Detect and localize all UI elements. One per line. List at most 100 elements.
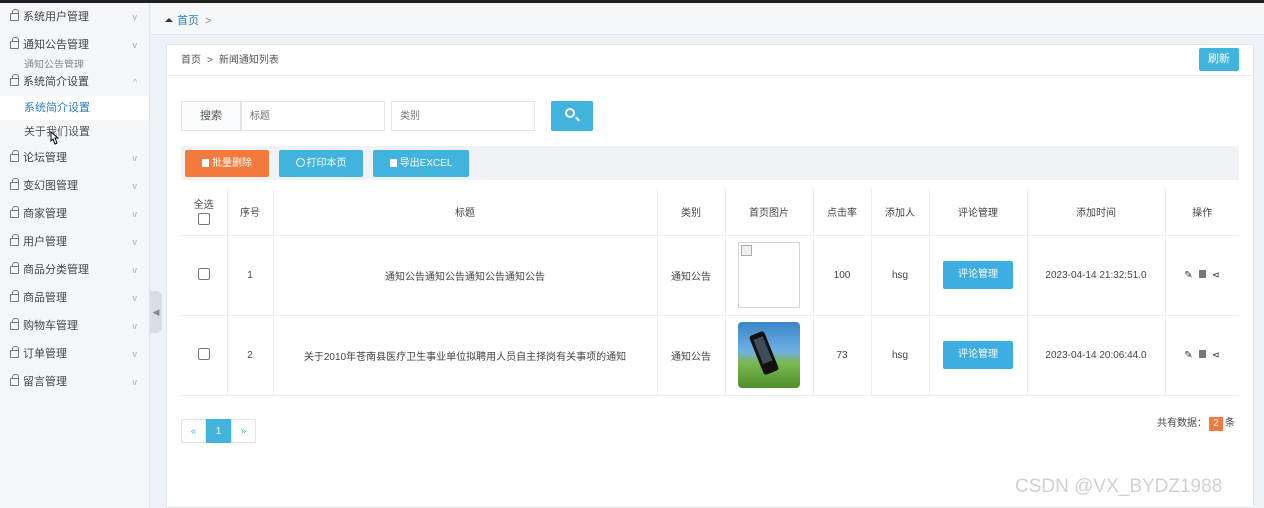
sidebar-item-label: 论坛管理 xyxy=(23,152,67,164)
lock-icon xyxy=(10,9,19,21)
pagination: « 1 » xyxy=(181,419,256,443)
tab-home[interactable]: 首页 > xyxy=(165,12,211,28)
home-icon xyxy=(165,18,173,22)
sidebar-item-cart[interactable]: 购物车管理 v xyxy=(0,312,149,340)
sidebar-item-messages[interactable]: 留言管理 v xyxy=(0,368,149,396)
lock-icon xyxy=(10,74,19,86)
export-excel-button[interactable]: 导出EXCEL xyxy=(373,150,469,177)
select-all-checkbox[interactable] xyxy=(197,212,210,225)
sidebar-item-merchants[interactable]: 商家管理 v xyxy=(0,200,149,228)
edit-icon[interactable]: ✎ xyxy=(1184,350,1192,361)
row-type: 通知公告 xyxy=(657,235,726,316)
chevron-down-icon: v xyxy=(132,377,138,387)
row-checkbox[interactable] xyxy=(197,267,210,280)
chevron-down-icon: v xyxy=(132,349,138,359)
row-image-cell xyxy=(725,315,814,396)
sidebar-item-forum[interactable]: 论坛管理 v xyxy=(0,144,149,172)
header-type: 类别 xyxy=(657,189,726,236)
header-index: 序号 xyxy=(227,189,274,236)
total-count: 共有数据： 2 条 xyxy=(1157,414,1235,431)
comment-manage-button[interactable]: 评论管理 xyxy=(943,341,1013,369)
sidebar-item-label: 订单管理 xyxy=(23,348,67,360)
comment-manage-button[interactable]: 评论管理 xyxy=(943,261,1013,289)
row-comment-cell: 评论管理 xyxy=(929,235,1028,316)
news-table: 全选 序号 标题 类别 首页图片 点击率 添加人 评论管理 添加时间 操作 1 … xyxy=(181,189,1239,396)
tab-bar: 首页 > xyxy=(151,3,1264,35)
sidebar-subitem-system-intro-settings[interactable]: 系统简介设置 xyxy=(0,96,149,120)
row-checkbox-cell xyxy=(181,235,228,316)
sidebar-item-products[interactable]: 商品管理 v xyxy=(0,284,149,312)
row-index: 2 xyxy=(227,315,274,396)
total-prefix: 共有数据： xyxy=(1157,418,1207,429)
edit-icon[interactable]: ✎ xyxy=(1184,270,1192,281)
share-icon[interactable]: ⋖ xyxy=(1212,350,1220,361)
row-title: 关于2010年苍南县医疗卫生事业单位拟聘用人员自主择岗有关事项的通知 xyxy=(273,315,658,396)
header-image: 首页图片 xyxy=(725,189,814,236)
row-comment-cell: 评论管理 xyxy=(929,315,1028,396)
breadcrumb-home[interactable]: 首页 xyxy=(181,55,201,66)
sidebar-item-label: 留言管理 xyxy=(23,376,67,388)
chevron-down-icon: v xyxy=(132,293,138,303)
delete-icon[interactable] xyxy=(1198,349,1206,358)
sidebar-collapse-handle[interactable]: ◀ xyxy=(150,291,162,333)
print-label: 打印本页 xyxy=(306,158,347,169)
sidebar-item-label: 变幻图管理 xyxy=(23,180,78,192)
header-select-all: 全选 xyxy=(181,189,228,236)
delete-icon[interactable] xyxy=(1198,269,1206,278)
lock-icon xyxy=(10,150,19,162)
export-label: 导出EXCEL xyxy=(399,158,453,169)
row-index: 1 xyxy=(227,235,274,316)
lock-icon xyxy=(10,262,19,274)
sidebar-item-notice[interactable]: 通知公告管理 v xyxy=(0,31,149,59)
broken-image-icon xyxy=(738,242,800,308)
chevron-down-icon: v xyxy=(132,265,138,275)
mouse-cursor-icon xyxy=(50,131,59,145)
share-icon[interactable]: ⋖ xyxy=(1212,270,1220,281)
sidebar-item-label: 系统用户管理 xyxy=(23,11,89,23)
lock-icon xyxy=(10,346,19,358)
search-button[interactable] xyxy=(551,101,593,131)
lock-icon xyxy=(10,206,19,218)
table-row: 1 通知公告通知公告通知公告通知公告 通知公告 100 hsg 评论管理 202… xyxy=(181,235,1239,316)
chevron-down-icon: v xyxy=(132,237,138,247)
sidebar-item-orders[interactable]: 订单管理 v xyxy=(0,340,149,368)
type-search-input[interactable] xyxy=(391,101,535,131)
header-author: 添加人 xyxy=(871,189,930,236)
sidebar-item-categories[interactable]: 商品分类管理 v xyxy=(0,256,149,284)
page-1-button[interactable]: 1 xyxy=(206,419,231,443)
trash-icon xyxy=(202,159,209,167)
phone-shape xyxy=(748,330,780,376)
row-actions: ✎ ⋖ xyxy=(1165,235,1239,316)
sidebar-subitem-about-us[interactable]: 关于我们设置 xyxy=(0,120,149,144)
header-comments: 评论管理 xyxy=(929,189,1028,236)
tab-home-label: 首页 xyxy=(177,15,199,27)
chevron-down-icon: v xyxy=(132,40,138,50)
sidebar-item-users[interactable]: 用户管理 v xyxy=(0,228,149,256)
row-image-cell xyxy=(725,235,814,316)
divider xyxy=(167,75,1253,76)
row-checkbox[interactable] xyxy=(197,347,210,360)
chevron-down-icon: v xyxy=(132,209,138,219)
table-header-row: 全选 序号 标题 类别 首页图片 点击率 添加人 评论管理 添加时间 操作 xyxy=(181,189,1239,236)
row-actions: ✎ ⋖ xyxy=(1165,315,1239,396)
sidebar-item-system-intro[interactable]: 系统简介设置 ^ xyxy=(0,68,149,96)
title-search-input[interactable] xyxy=(241,101,385,131)
refresh-button[interactable]: 刷新 xyxy=(1199,48,1239,71)
sidebar-item-label: 通知公告管理 xyxy=(23,39,89,51)
batch-delete-button[interactable]: 批量删除 xyxy=(185,150,269,177)
total-suffix: 条 xyxy=(1225,418,1235,429)
breadcrumb-separator: > xyxy=(207,55,213,66)
tab-separator: > xyxy=(205,15,212,27)
prev-page-button[interactable]: « xyxy=(181,419,206,443)
lock-icon xyxy=(10,318,19,330)
lock-icon xyxy=(10,234,19,246)
sidebar-item-carousel[interactable]: 变幻图管理 v xyxy=(0,172,149,200)
print-button[interactable]: 打印本页 xyxy=(279,150,363,177)
chevron-down-icon: v xyxy=(132,181,138,191)
sidebar: 系统用户管理 v 通知公告管理 v 通知公告管理 系统简介设置 ^ 系统简介设置 关于… xyxy=(0,3,150,508)
sidebar-item-system-users[interactable]: 系统用户管理 v xyxy=(0,3,149,31)
breadcrumb: 首页 > 新闻通知列表 xyxy=(181,51,279,66)
lock-icon xyxy=(10,178,19,190)
row-author: hsg xyxy=(871,315,930,396)
next-page-button[interactable]: » xyxy=(231,419,256,443)
